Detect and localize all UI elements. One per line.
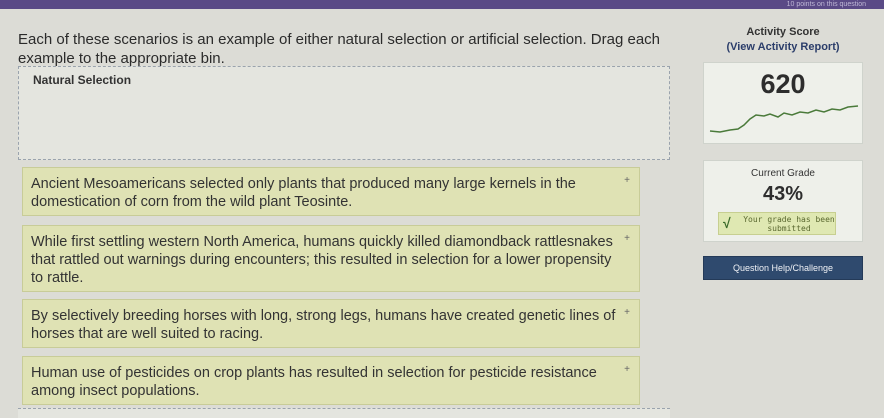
view-activity-report-link[interactable]: (View Activity Report)	[703, 41, 863, 53]
drag-card-pesticides[interactable]: Human use of pesticides on crop plants h…	[22, 356, 640, 405]
natural-selection-bin[interactable]: Natural Selection	[18, 66, 670, 160]
current-grade-panel: Current Grade 43% √ Your grade has been …	[703, 160, 863, 242]
points-note: 10 points on this question	[786, 1, 866, 8]
plus-icon: +	[624, 233, 630, 244]
drag-card-horses[interactable]: By selectively breeding horses with long…	[22, 299, 640, 348]
question-prompt: Each of these scenarios is an example of…	[18, 31, 661, 67]
current-grade-title: Current Grade	[751, 168, 815, 179]
score-trend-graph	[709, 105, 859, 133]
plus-icon: +	[624, 175, 630, 186]
activity-score-title: Activity Score	[746, 26, 820, 38]
submission-status-badge: √ Your grade has been submitted	[718, 212, 836, 235]
artificial-selection-bin[interactable]	[18, 408, 670, 418]
drag-card-rattlesnakes[interactable]: While first settling western North Ameri…	[22, 225, 640, 292]
card-text: Human use of pesticides on crop plants h…	[31, 365, 597, 399]
activity-score-value: 620	[760, 69, 806, 99]
plus-icon: +	[624, 364, 630, 375]
check-icon: √	[723, 215, 731, 231]
submission-status-text: Your grade has been submitted	[743, 215, 835, 233]
card-text: By selectively breeding horses with long…	[31, 308, 616, 342]
top-bar: 10 points on this question	[0, 0, 884, 9]
drag-card-corn[interactable]: Ancient Mesoamericans selected only plan…	[22, 167, 640, 216]
card-text: While first settling western North Ameri…	[31, 234, 613, 286]
question-help-button[interactable]: Question Help/Challenge	[703, 256, 863, 280]
activity-score-panel: 620	[703, 62, 863, 144]
current-grade-value: 43%	[762, 183, 804, 205]
bin-label: Natural Selection	[33, 73, 132, 87]
card-text: Ancient Mesoamericans selected only plan…	[31, 176, 576, 210]
plus-icon: +	[624, 307, 630, 318]
